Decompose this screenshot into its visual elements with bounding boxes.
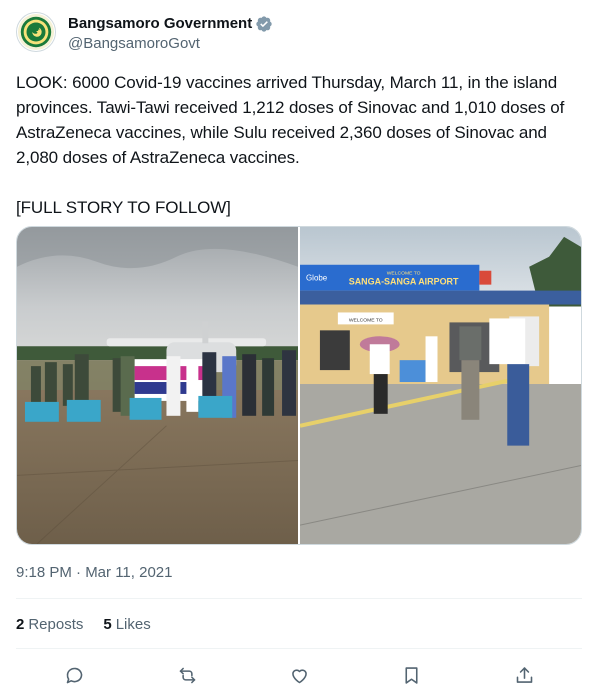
share-icon[interactable] [509,660,539,690]
svg-text:Globe: Globe [306,274,328,283]
heart-icon[interactable] [284,660,314,690]
reposts-count: 2 [16,616,25,633]
bookmark-icon[interactable] [396,660,426,690]
likes-count: 5 [103,616,112,633]
divider [16,598,582,599]
action-bar [0,660,598,690]
author-display-name[interactable]: Bangsamoro Government [68,14,252,34]
author-handle[interactable]: @BangsamoroGovt [68,34,273,54]
bangsamoro-seal-icon[interactable] [16,12,56,52]
divider [16,648,582,649]
media-grid: Globe WELCOME TO SANGA-SANGA AIRPORT WEL… [16,226,582,545]
tweet-timestamp[interactable]: 9:18 PM · Mar 11, 2021 [16,563,172,583]
reply-icon[interactable] [59,660,89,690]
tweet-header: Bangsamoro Government @BangsamoroGovt [16,12,273,54]
likes-stat[interactable]: 5 Likes [103,615,150,635]
reposts-label: Reposts [28,616,84,633]
svg-text:WELCOME TO: WELCOME TO [349,317,383,323]
engagement-stats: 2 Reposts 5 Likes [16,615,171,635]
photo-vaccine-arrival-tarmac[interactable] [17,227,298,544]
reposts-stat[interactable]: 2 Reposts [16,615,83,635]
repost-icon[interactable] [172,660,202,690]
svg-text:SANGA-SANGA AIRPORT: SANGA-SANGA AIRPORT [349,277,459,287]
verified-badge-icon [255,15,273,33]
photo-sanga-sanga-airport[interactable]: Globe WELCOME TO SANGA-SANGA AIRPORT WEL… [300,227,581,544]
tweet-text: LOOK: 6000 Covid-19 vaccines arrived Thu… [16,73,565,217]
likes-label: Likes [115,616,151,633]
